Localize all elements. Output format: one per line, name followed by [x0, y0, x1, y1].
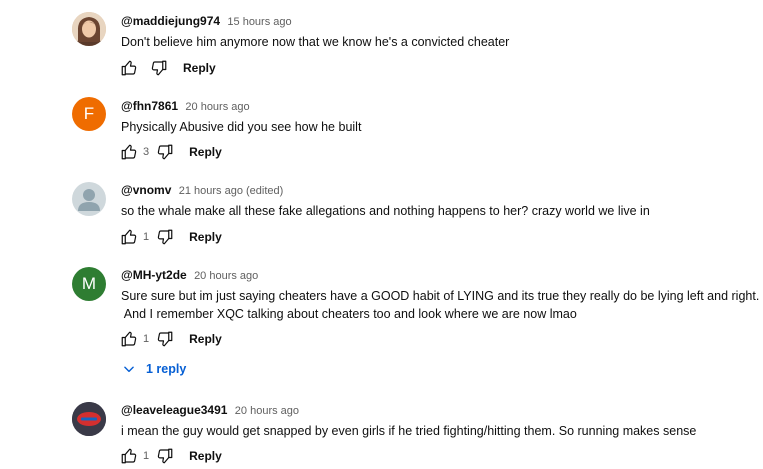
thumbs-up-icon [121, 60, 137, 76]
thumbs-up-icon [121, 448, 137, 464]
comment-timestamp[interactable]: 15 hours ago [227, 16, 291, 28]
like-count: 1 [143, 333, 150, 345]
default-avatar-icon [78, 189, 100, 211]
comment-text: Physically Abusive did you see how he bu… [121, 120, 362, 134]
like-count: 1 [143, 231, 150, 243]
comment-timestamp[interactable]: 20 hours ago [185, 101, 249, 113]
league-logo-avatar [72, 402, 106, 436]
avatar[interactable]: F [72, 97, 106, 131]
comment-actions: 1 Reply [119, 329, 222, 349]
comment-timestamp[interactable]: 20 hours ago [235, 405, 299, 417]
comment-author[interactable]: @vnomv [121, 183, 171, 197]
dislike-button[interactable] [155, 142, 175, 162]
like-button[interactable] [119, 227, 139, 247]
avatar[interactable] [72, 12, 106, 46]
thumbs-up-icon [121, 331, 137, 347]
thumbs-down-icon [157, 229, 173, 245]
avatar-letter: M [81, 274, 97, 293]
comment-author[interactable]: @fhn7861 [121, 99, 178, 113]
thumbs-down-icon [151, 60, 167, 76]
comment-header: @leaveleague3491 20 hours ago [121, 402, 299, 419]
show-replies-button[interactable]: 1 reply [122, 362, 186, 376]
comment-text: so the whale make all these fake allegat… [121, 204, 650, 218]
like-count: 3 [143, 146, 150, 158]
thumbs-down-icon [157, 448, 173, 464]
comment-timestamp[interactable]: 20 hours ago [194, 270, 258, 282]
thumbs-up-icon [121, 229, 137, 245]
reply-button[interactable]: Reply [189, 230, 222, 244]
avatar[interactable] [72, 182, 106, 216]
like-button[interactable] [119, 58, 139, 78]
comment-actions: 1 Reply [119, 227, 222, 247]
comment-header: @fhn7861 20 hours ago [121, 98, 250, 115]
like-count: 1 [143, 450, 150, 462]
thumbs-up-icon [121, 144, 137, 160]
like-button[interactable] [119, 142, 139, 162]
comment-header: @maddiejung974 15 hours ago [121, 13, 292, 30]
comment-text-line-1: Sure sure but im just saying cheaters ha… [121, 289, 760, 303]
dislike-button[interactable] [155, 227, 175, 247]
reply-button[interactable]: Reply [183, 61, 216, 75]
thumbs-down-icon [157, 144, 173, 160]
dislike-button[interactable] [155, 329, 175, 349]
like-button[interactable] [119, 329, 139, 349]
comment-author[interactable]: @MH-yt2de [121, 268, 187, 282]
comment-text: Don't believe him anymore now that we kn… [121, 35, 510, 49]
dislike-button[interactable] [155, 446, 175, 466]
comment-header: @vnomv 21 hours ago (edited) [121, 182, 283, 199]
thumbs-down-icon [157, 331, 173, 347]
avatar[interactable] [72, 402, 106, 436]
reply-button[interactable]: Reply [189, 145, 222, 159]
comment-actions: 3 Reply [119, 142, 222, 162]
replies-count-label: 1 reply [146, 362, 187, 376]
comment-timestamp[interactable]: 21 hours ago (edited) [179, 185, 284, 197]
avatar[interactable]: M [72, 267, 106, 301]
comment-author[interactable]: @leaveleague3491 [121, 403, 227, 417]
comment-header: @MH-yt2de 20 hours ago [121, 267, 258, 284]
dislike-button[interactable] [149, 58, 169, 78]
comment-text: i mean the guy would get snapped by even… [121, 424, 697, 438]
comment-author[interactable]: @maddiejung974 [121, 14, 220, 28]
comment-text-line-2: And I remember XQC talking about cheater… [121, 307, 577, 321]
reply-button[interactable]: Reply [189, 449, 222, 463]
reply-button[interactable]: Reply [189, 332, 222, 346]
comment-actions: 1 Reply [119, 446, 222, 466]
like-button[interactable] [119, 446, 139, 466]
comment-actions: Reply [119, 58, 216, 78]
avatar-photo [72, 12, 106, 46]
chevron-down-icon [124, 366, 134, 373]
avatar-letter: F [83, 104, 95, 123]
